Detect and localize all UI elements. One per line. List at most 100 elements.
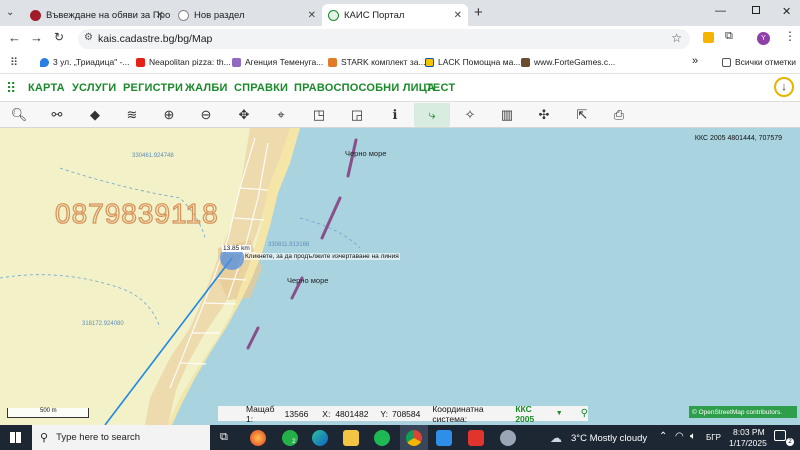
bookmark-label: Агенция Теменуга...: [245, 57, 324, 67]
reload-icon[interactable]: ↻: [54, 30, 64, 44]
close-tab-icon[interactable]: ✕: [454, 10, 462, 21]
browser-tab-bar: ⌄ Въвеждане на обяви за Прод ✕ Нов разде…: [0, 0, 800, 26]
tab-ads[interactable]: Въвеждане на обяви за Прод ✕: [24, 4, 170, 26]
export-icon[interactable]: ⇱: [571, 105, 593, 125]
scale-value: 13566: [284, 408, 309, 419]
wifi-icon[interactable]: ◠: [675, 431, 684, 442]
parcel-label: 330811.913168: [268, 242, 310, 248]
close-tab-icon[interactable]: ✕: [308, 10, 316, 21]
zoom-out-icon[interactable]: ⊖: [195, 105, 217, 125]
print-icon[interactable]: ⎙: [608, 105, 630, 125]
windows-start-icon[interactable]: [10, 432, 21, 443]
map-attribution[interactable]: © OpenStreetMap contributors.: [689, 406, 797, 418]
menu-services[interactable]: УСЛУГИ: [72, 82, 116, 94]
task-view-icon[interactable]: ⧉: [220, 431, 228, 444]
bookmark-label: www.ForteGames.c...: [534, 57, 616, 67]
bookmark-label: 3 ул. „Триадица" -...: [53, 57, 130, 67]
parcel-label: 318172.924080: [82, 321, 124, 327]
bookmark-label: STARK комплект за...: [341, 57, 426, 67]
portal-grid-icon[interactable]: ⠿: [6, 80, 16, 97]
measurement-hint: Кликнете, за да продължите изчертаване н…: [244, 253, 400, 260]
info-icon[interactable]: ℹ: [384, 105, 406, 125]
select-area-icon[interactable]: ◳: [308, 105, 330, 125]
url-field[interactable]: ⚙ kais.cadastre.bg/bg/Map ☆: [78, 29, 690, 49]
app-red-icon[interactable]: [468, 430, 484, 446]
file-explorer-icon[interactable]: [343, 430, 359, 446]
split-icon[interactable]: ✣: [533, 105, 555, 125]
app-misc-icon[interactable]: [500, 430, 516, 446]
scale-bar-label: 500 m: [40, 408, 57, 414]
weather-text[interactable]: 3°C Mostly cloudy: [571, 433, 647, 444]
zoom-in-icon[interactable]: ⊕: [158, 105, 180, 125]
search-icon[interactable]: ⚲: [581, 408, 588, 419]
language-indicator[interactable]: БГР: [706, 433, 721, 442]
restore-icon[interactable]: [752, 6, 760, 14]
all-bookmarks-button[interactable]: Всички отметки: [722, 57, 796, 67]
chevron-up-icon[interactable]: ⌃: [659, 431, 667, 442]
pan-icon[interactable]: ✥: [233, 105, 255, 125]
browser-menu-icon[interactable]: ⋮: [784, 29, 796, 43]
back-icon[interactable]: ←: [8, 30, 21, 45]
download-icon[interactable]: ↓: [774, 77, 794, 97]
notification-icon[interactable]: [774, 430, 786, 441]
connections-icon[interactable]: ⚯: [46, 105, 68, 125]
weather-cloud-icon[interactable]: ☁: [550, 431, 562, 445]
sea-label: Черно море: [287, 276, 329, 285]
map-canvas[interactable]: [0, 128, 800, 425]
menu-map[interactable]: КАРТА: [28, 82, 65, 94]
extension-icon[interactable]: [703, 32, 714, 43]
chrome-icon[interactable]: [406, 430, 422, 446]
measure-line-icon[interactable]: ⤷: [414, 103, 450, 127]
search-icon[interactable]: 🔍︎: [8, 105, 30, 125]
bookmark-neapolitan-pizza[interactable]: Neapolitan pizza: th...: [136, 57, 231, 67]
bookmark-fortegames[interactable]: www.ForteGames.c...: [521, 57, 615, 67]
spotify-icon[interactable]: [374, 430, 390, 446]
menu-registers[interactable]: РЕГИСТРИ: [123, 82, 183, 94]
coord-system-label: Координатна система:: [432, 403, 484, 424]
firefox-icon[interactable]: [250, 430, 266, 446]
agency-icon: [232, 57, 241, 67]
edge-icon[interactable]: [312, 430, 328, 446]
tab-list-chevron-icon[interactable]: ⌄: [6, 7, 14, 18]
tab-new-tab[interactable]: Нов раздел ✕: [172, 4, 322, 26]
layers-icon[interactable]: ≋: [121, 105, 143, 125]
bookmark-star-icon[interactable]: ☆: [671, 31, 682, 45]
forward-icon[interactable]: →: [30, 30, 43, 45]
bookmark-temenuga[interactable]: Агенция Теменуга...: [232, 57, 323, 67]
map-icon[interactable]: ▥: [496, 105, 518, 125]
phone-badge: 2: [292, 438, 296, 445]
new-tab-button[interactable]: +: [474, 4, 483, 21]
menu-reports[interactable]: СПРАВКИ: [234, 82, 288, 94]
tab-kais-portal[interactable]: КАИС Портал ✕: [322, 4, 468, 26]
cadastral-map[interactable]: ККС 2005 4801444, 707579 0879839118 3304…: [0, 128, 800, 425]
photo-app-icon[interactable]: [436, 430, 452, 446]
menu-test[interactable]: ТЕСТ: [426, 82, 455, 94]
close-tab-icon[interactable]: ✕: [156, 10, 164, 21]
layer-icon[interactable]: ◆: [84, 105, 106, 125]
apps-grid-icon[interactable]: ⠿: [10, 56, 18, 69]
clock-time[interactable]: 8:03 PM: [733, 427, 765, 437]
volume-icon[interactable]: 🔈︎: [690, 431, 696, 442]
address-bar: ← → ↻ ⚙ kais.cadastre.bg/bg/Map ☆ ⧉ Y ⋮: [0, 26, 800, 52]
menu-complaints[interactable]: ЖАЛБИ: [185, 82, 228, 94]
profile-avatar[interactable]: Y: [757, 32, 770, 45]
bookmark-triaditsa[interactable]: 3 ул. „Триадица" -...: [40, 57, 130, 67]
map-toolbar: 🔍︎ ⚯ ◆ ≋ ⊕ ⊖ ✥ ⌖ ◳ ◲ ℹ ⤷ ✧ ▥ ✣ ⇱ ⎙: [0, 102, 800, 128]
location-pin-icon[interactable]: ⌖: [270, 105, 292, 125]
coord-system-select[interactable]: ККС 2005: [515, 404, 547, 424]
clock-date[interactable]: 1/17/2025: [729, 438, 767, 448]
select-polygon-icon[interactable]: ◲: [346, 105, 368, 125]
youtube-icon: [136, 57, 145, 67]
chevron-down-icon[interactable]: ▼: [556, 410, 563, 417]
tab-label: КАИС Портал: [344, 9, 405, 21]
site-info-icon[interactable]: ⚙: [84, 32, 93, 43]
taskbar-search-box[interactable]: ⚲ Type here to search: [32, 425, 210, 450]
close-window-icon[interactable]: ✕: [782, 5, 791, 18]
extensions-puzzle-icon[interactable]: ⧉: [725, 30, 733, 43]
menu-qualified-persons[interactable]: ПРАВОСПОСОБНИ ЛИЦА: [294, 82, 435, 94]
bookmark-stark[interactable]: STARK комплект за...: [328, 57, 426, 67]
minimize-icon[interactable]: —: [715, 5, 726, 17]
bookmark-lack[interactable]: LACK Помощна ма...: [425, 57, 520, 67]
more-bookmarks-button[interactable]: »: [692, 55, 698, 67]
measure-area-icon[interactable]: ✧: [459, 105, 481, 125]
